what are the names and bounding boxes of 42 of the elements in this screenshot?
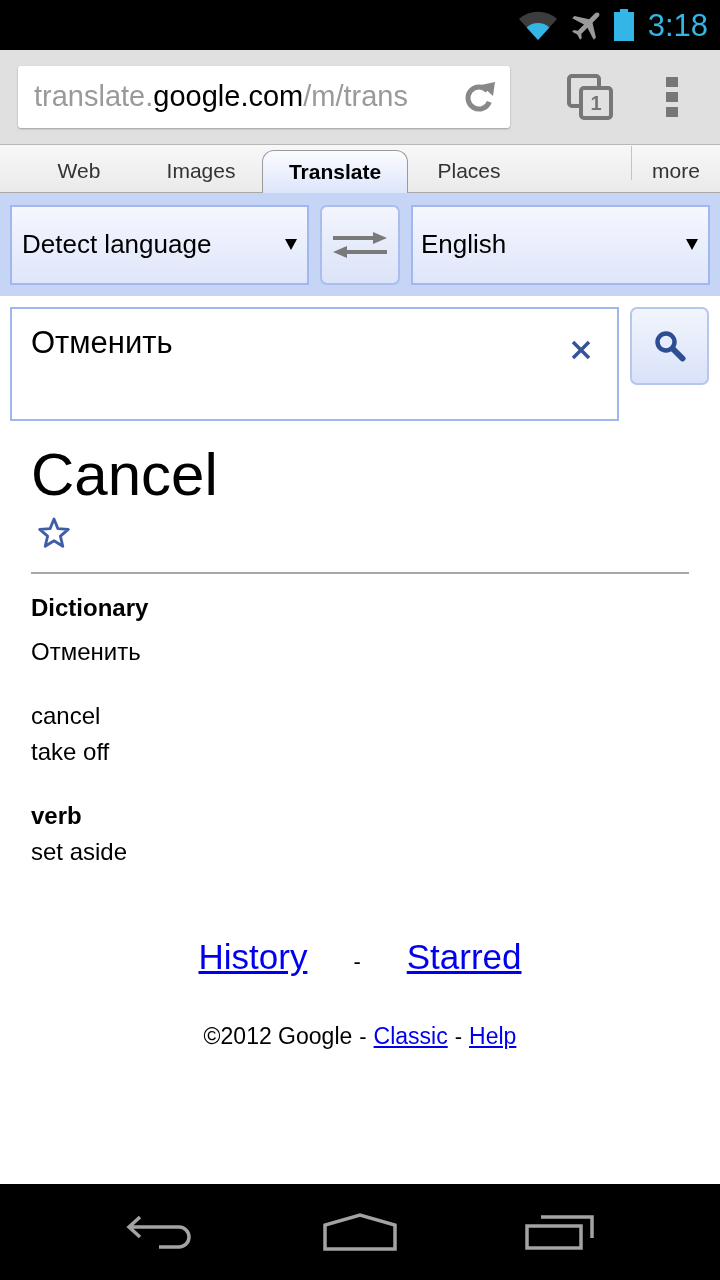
clock-time: 3:18 <box>647 9 708 41</box>
text-input-field[interactable]: Отменить <box>10 307 619 421</box>
caret-icon <box>686 239 698 250</box>
recent-apps-icon[interactable] <box>525 1214 595 1250</box>
dictionary-heading: Dictionary <box>31 593 149 623</box>
separator-text: - <box>353 948 361 976</box>
home-icon[interactable] <box>323 1213 397 1251</box>
part-of-speech-label: verb <box>31 801 82 831</box>
separator-text: - <box>454 1023 463 1051</box>
address-bar[interactable]: translate.google.com/m/trans <box>18 66 510 128</box>
search-button[interactable] <box>630 307 709 385</box>
clear-icon[interactable] <box>571 340 591 360</box>
target-language-dropdown[interactable]: English <box>411 204 710 285</box>
back-icon[interactable] <box>126 1215 194 1249</box>
wifi-icon <box>517 10 558 40</box>
more-link[interactable]: more <box>632 149 720 192</box>
reload-icon[interactable] <box>462 80 496 114</box>
nav-tab[interactable]: Web <box>18 149 140 192</box>
source-language-dropdown[interactable]: Detect language <box>10 204 309 285</box>
swap-languages-button[interactable] <box>320 204 400 285</box>
swap-arrows-icon <box>333 231 387 258</box>
star-icon[interactable] <box>38 517 70 549</box>
headword-text: Отменить <box>31 637 141 667</box>
footer-link[interactable]: Starred <box>406 937 522 977</box>
nav-tab[interactable]: Places <box>408 149 530 192</box>
copyright-text: ©2012 Google <box>203 1022 353 1050</box>
translation-text: Cancel <box>31 445 218 505</box>
menu-icon[interactable] <box>666 77 678 117</box>
definition-text: take off <box>31 737 110 767</box>
separator-text: - <box>359 1023 367 1051</box>
footer-link[interactable]: Help <box>469 1022 517 1050</box>
tabs-icon <box>567 74 613 120</box>
battery-icon <box>613 9 634 41</box>
definition-text: cancel <box>31 701 101 731</box>
nav-tab[interactable]: Translate <box>262 150 408 193</box>
footer-link[interactable]: History <box>198 937 308 977</box>
footer-link[interactable]: Classic <box>373 1022 448 1050</box>
search-icon <box>653 330 686 362</box>
url-text: translate.google.com/m/trans <box>34 79 409 115</box>
nav-tab[interactable]: Images <box>140 149 262 192</box>
definition-text: set aside <box>31 837 128 867</box>
caret-icon <box>285 239 297 250</box>
